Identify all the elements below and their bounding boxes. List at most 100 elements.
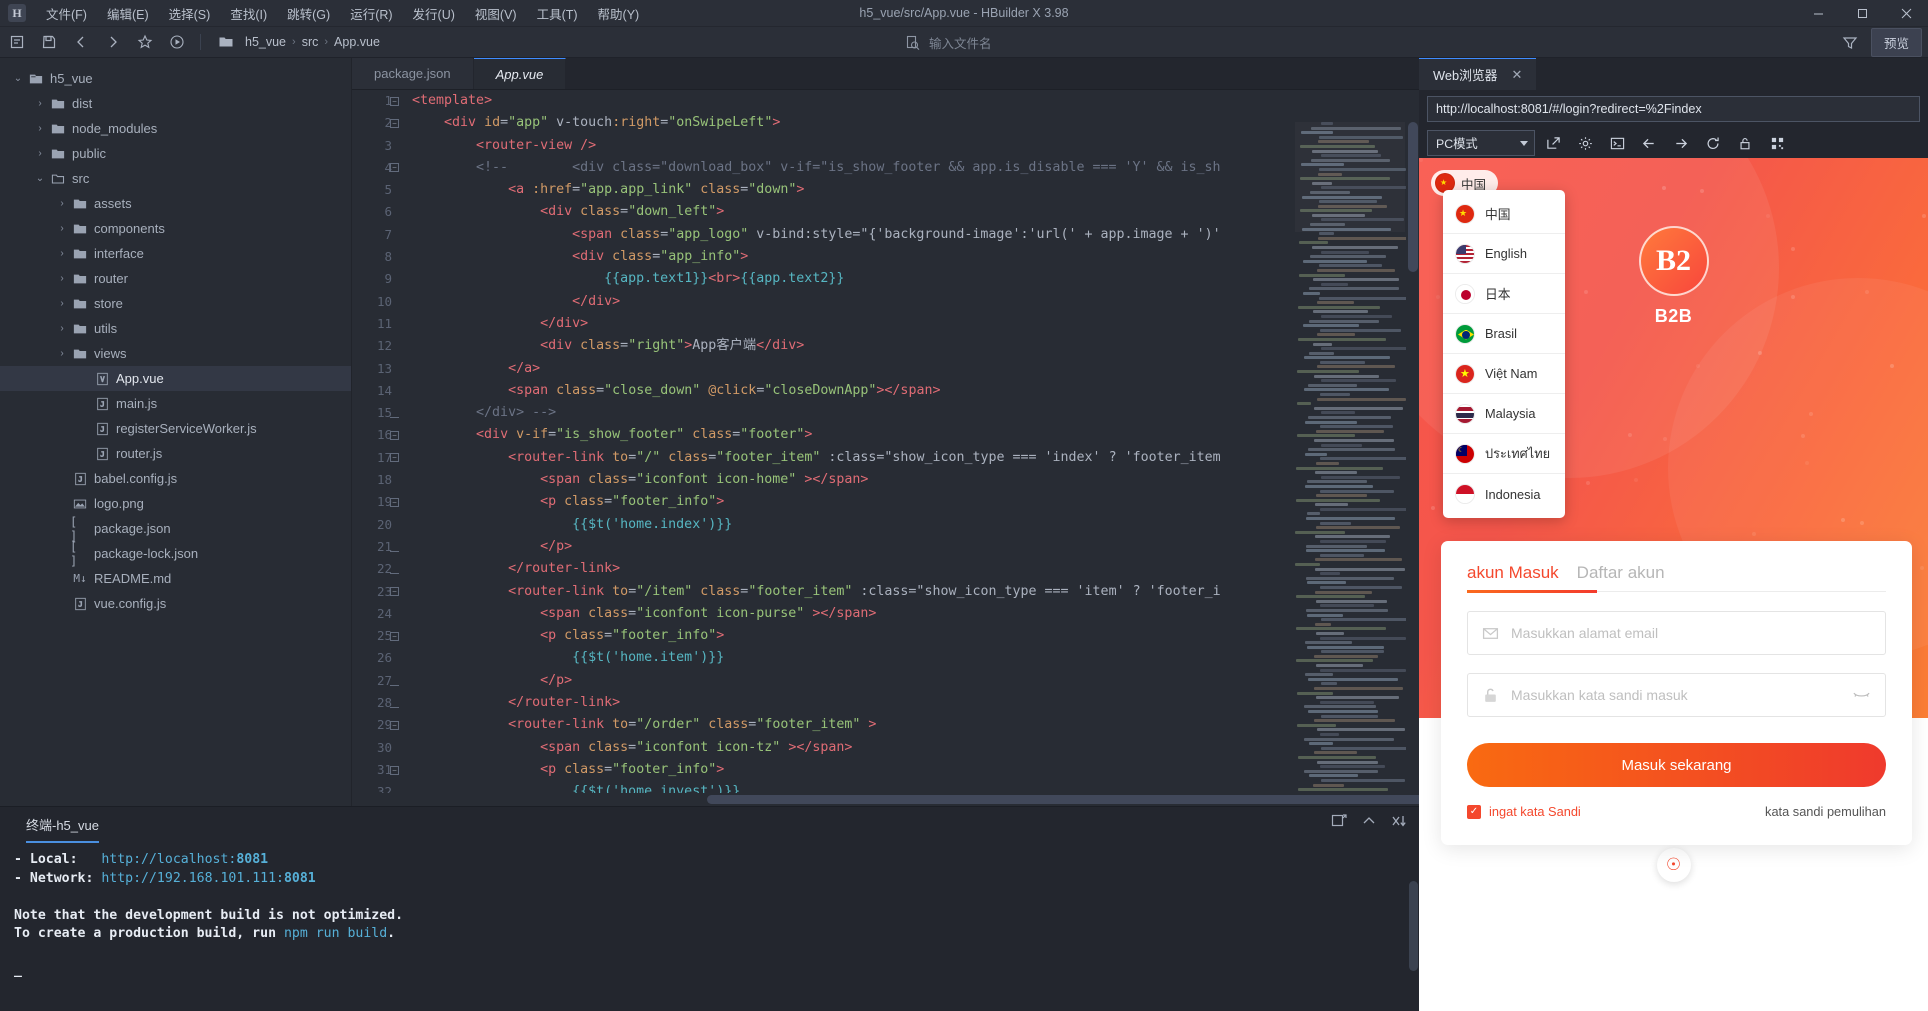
menu-item-5[interactable]: 运行(R) (340, 0, 402, 27)
menu-item-1[interactable]: 编辑(E) (97, 0, 159, 27)
refresh-icon[interactable] (1699, 130, 1727, 156)
editor-vertical-scrollbar[interactable] (1406, 122, 1419, 790)
code-line[interactable]: <router-link to="/" class="footer_item" … (412, 447, 1419, 469)
tree-item-assets[interactable]: › assets (0, 191, 351, 216)
chevron-right-icon[interactable]: › (32, 148, 48, 159)
code-line[interactable]: <div id="app" v-touch:right="onSwipeLeft… (412, 112, 1419, 134)
language-option-0[interactable]: ★ 中国 (1443, 194, 1565, 234)
tree-item-dist[interactable]: › dist (0, 91, 351, 116)
close-icon[interactable]: ✕ (1511, 67, 1522, 83)
code-line[interactable]: <p class="footer_info"> (412, 491, 1419, 513)
code-line[interactable]: <a :href="app.app_link" class="down"> (412, 179, 1419, 201)
tree-item-readme-md[interactable]: M↓ README.md (0, 566, 351, 591)
close-button[interactable] (1884, 0, 1928, 27)
fold-column[interactable]: − − − − − − − − − − (390, 90, 408, 806)
breadcrumb-item-0[interactable]: h5_vue (241, 35, 290, 49)
login-submit-button[interactable]: Masuk sekarang (1467, 743, 1886, 787)
filter-icon[interactable] (1835, 30, 1865, 55)
language-option-2[interactable]: 日本 (1443, 274, 1565, 314)
tab-login[interactable]: akun Masuk (1467, 563, 1559, 583)
chevron-right-icon[interactable]: › (54, 348, 70, 359)
run-icon[interactable] (162, 30, 192, 55)
forgot-password-link[interactable]: kata sandi pemulihan (1765, 804, 1886, 819)
terminal-output[interactable]: - Local: http://localhost:8081 - Network… (0, 843, 1419, 1011)
code-line[interactable]: <div class="down_left"> (412, 201, 1419, 223)
language-option-6[interactable]: ☾ ประเทศไทย (1443, 434, 1565, 474)
code-line[interactable]: <p class="footer_info"> (412, 759, 1419, 781)
code-line[interactable]: <span class="iconfont icon-tz" ></span> (412, 737, 1419, 759)
language-option-7[interactable]: Indonesia (1443, 474, 1565, 514)
device-mode-select[interactable]: PC模式 (1427, 130, 1535, 156)
menu-item-2[interactable]: 选择(S) (159, 0, 221, 27)
code-text[interactable]: <template> <div id="app" v-touch:right="… (412, 90, 1419, 806)
code-line[interactable]: <template> (412, 90, 1419, 112)
console-icon[interactable] (1603, 130, 1631, 156)
code-line[interactable]: </router-link> (412, 692, 1419, 714)
menu-item-4[interactable]: 跳转(G) (277, 0, 340, 27)
tree-item-node-modules[interactable]: › node_modules (0, 116, 351, 141)
tree-item-logo-png[interactable]: logo.png (0, 491, 351, 516)
browser-tab[interactable]: Web浏览器 ✕ (1419, 58, 1537, 90)
language-option-4[interactable]: ★ Việt Nam (1443, 354, 1565, 394)
chevron-right-icon[interactable]: › (54, 323, 70, 334)
terminal-scrollbar[interactable] (1407, 843, 1419, 1011)
preview-button[interactable]: 预览 (1870, 28, 1922, 57)
fold-toggle-icon[interactable]: − (390, 431, 399, 440)
chevron-right-icon[interactable]: › (54, 223, 70, 234)
tree-item-public[interactable]: › public (0, 141, 351, 166)
menu-item-6[interactable]: 发行(U) (403, 0, 465, 27)
code-line[interactable]: </router-link> (412, 558, 1419, 580)
terminal-tab[interactable]: 终端-h5_vue (26, 815, 99, 843)
code-line[interactable]: {{$t('home.index')}} (412, 514, 1419, 536)
code-line[interactable]: <div v-if="is_show_footer" class="footer… (412, 424, 1419, 446)
new-file-icon[interactable] (2, 30, 32, 55)
tree-item-interface[interactable]: › interface (0, 241, 351, 266)
close-terminal-icon[interactable] (1391, 813, 1409, 834)
language-dropdown-menu[interactable]: ★ 中国 English 日本 Brasil ★ Việt Nam Malaysia ☾ ประเ… (1443, 190, 1565, 518)
tree-item-main-js[interactable]: Jmain.js (0, 391, 351, 416)
minimap[interactable] (1295, 122, 1411, 805)
fold-toggle-icon[interactable]: − (390, 587, 399, 597)
chevron-right-icon[interactable]: › (54, 273, 70, 284)
chevron-right-icon[interactable]: › (54, 198, 70, 209)
gear-icon[interactable] (1571, 130, 1599, 156)
chevron-right-icon[interactable]: › (32, 123, 48, 134)
fold-toggle-icon[interactable]: − (390, 118, 399, 128)
editor-tab-app-vue[interactable]: App.vue (473, 58, 567, 89)
fold-toggle-icon[interactable]: − (390, 453, 399, 463)
file-tree[interactable]: ⌄ h5_vue › dist › node_modules › public ⌄ src › ass… (0, 66, 351, 726)
tree-item-package-json[interactable]: [ ] package.json (0, 515, 351, 543)
code-line[interactable]: </div> --> (412, 402, 1419, 424)
breadcrumb-item-2[interactable]: App.vue (330, 35, 384, 49)
code-line[interactable]: <div class="right">App客户端</div> (412, 335, 1419, 357)
minimap-viewport[interactable] (1295, 122, 1405, 232)
chevron-down-icon[interactable]: ⌄ (32, 173, 48, 184)
tree-item-app-vue[interactable]: V App.vue (0, 366, 351, 391)
chevron-right-icon[interactable]: › (32, 98, 48, 109)
language-option-1[interactable]: English (1443, 234, 1565, 274)
editor-tab-package-json[interactable]: package.json (352, 58, 474, 89)
language-option-3[interactable]: Brasil (1443, 314, 1565, 354)
url-text[interactable]: http://localhost:8081/#/login?redirect=%… (1436, 102, 1702, 116)
tree-item-utils[interactable]: › utils (0, 316, 351, 341)
fold-toggle-icon[interactable]: − (390, 96, 399, 106)
code-line[interactable]: </a> (412, 358, 1419, 380)
tree-item-vue-config-js[interactable]: Jvue.config.js (0, 591, 351, 616)
language-option-5[interactable]: Malaysia (1443, 394, 1565, 434)
popout-icon[interactable] (1539, 130, 1567, 156)
tab-register[interactable]: Daftar akun (1577, 563, 1665, 583)
code-line[interactable]: </p> (412, 536, 1419, 558)
fold-toggle-icon[interactable]: − (390, 765, 399, 775)
tree-item-router-js[interactable]: Jrouter.js (0, 441, 351, 466)
code-line[interactable]: <router-link to="/order" class="footer_i… (412, 714, 1419, 736)
chevron-down-icon[interactable]: ⌄ (10, 73, 26, 84)
file-search-input[interactable]: 输入文件名 (929, 33, 992, 52)
tree-item-router[interactable]: › router (0, 266, 351, 291)
fold-toggle-icon[interactable]: − (390, 163, 399, 173)
menu-item-9[interactable]: 帮助(Y) (588, 0, 650, 27)
editor-horizontal-scrollbar[interactable] (352, 793, 1419, 806)
save-icon[interactable] (34, 30, 64, 55)
breadcrumb-item-1[interactable]: src (298, 35, 323, 49)
breadcrumb[interactable]: h5_vue › src › App.vue (241, 35, 384, 49)
url-bar[interactable]: http://localhost:8081/#/login?redirect=%… (1427, 96, 1920, 122)
